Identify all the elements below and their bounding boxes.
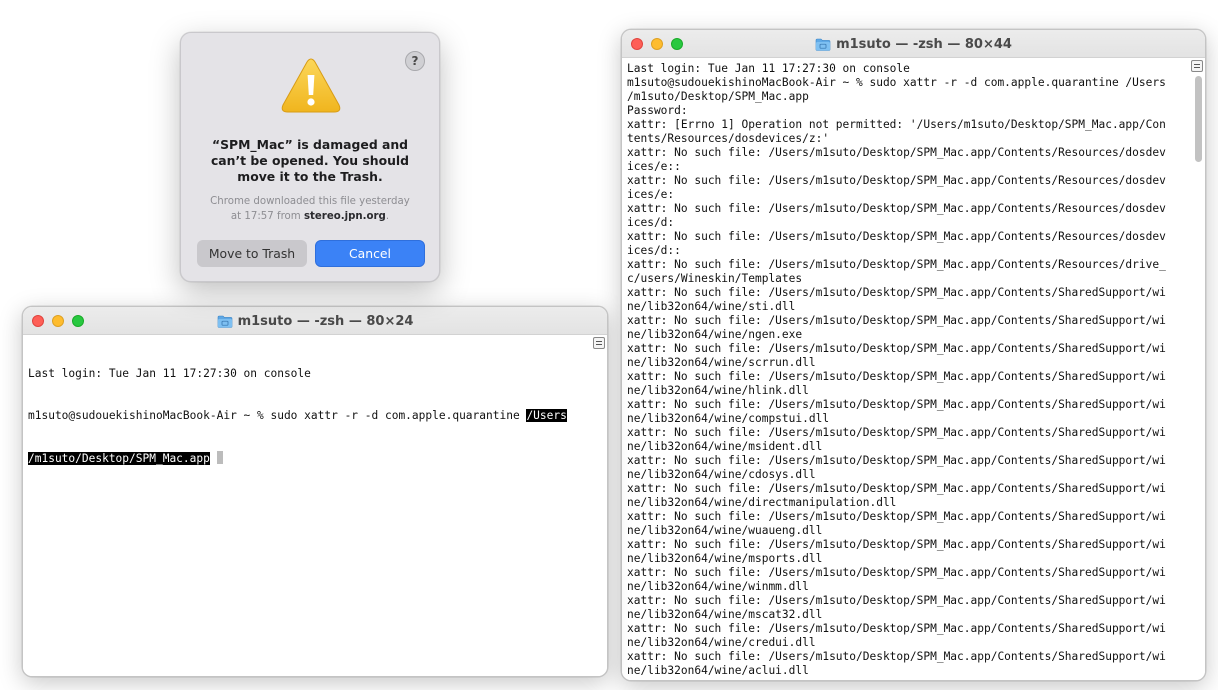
terminal-line: m1suto@sudouekishinoMacBook-Air ~ % sudo… [28,409,607,423]
terminal-line: xattr: No such file: /Users/m1suto/Deskt… [627,398,1166,411]
terminal-line: xattr: No such file: /Users/m1suto/Deskt… [627,202,1166,215]
terminal-line: ices/d:: [627,244,681,257]
terminal-line: xattr: No such file: /Users/m1suto/Deskt… [627,454,1166,467]
terminal-line: xattr: No such file: /Users/m1suto/Deskt… [627,370,1166,383]
terminal-line: xattr: No such file: /Users/m1suto/Deskt… [627,342,1166,355]
terminal-window-small[interactable]: m1suto — -zsh — 80×24 Last login: Tue Ja… [22,306,608,677]
terminal-line: xattr: No such file: /Users/m1suto/Deskt… [627,314,1166,327]
download-source: stereo.jpn.org [303,211,386,222]
terminal-output[interactable]: Last login: Tue Jan 11 17:27:30 on conso… [23,335,607,676]
terminal-line: ne/lib32on64/wine/compstui.dll [627,412,830,425]
split-pane-icon[interactable] [1191,60,1203,72]
text-cursor [216,451,223,464]
terminal-line: ne/lib32on64/wine/winmm.dll [627,580,809,593]
cancel-button[interactable]: Cancel [315,240,425,267]
window-controls [32,315,84,327]
terminal-line: xattr: No such file: /Users/m1suto/Deskt… [627,594,1166,607]
terminal-line: ne/lib32on64/wine/mscat32.dll [627,608,823,621]
alert-info-prefix: at 17:57 from [230,211,304,222]
terminal-line: Password: [627,104,688,117]
terminal-line: ices/d: [627,216,675,229]
scrollbar[interactable] [1195,76,1202,162]
titlebar[interactable]: m1suto — -zsh — 80×44 [622,30,1205,58]
window-title: m1suto — -zsh — 80×44 [836,36,1012,52]
window-controls [631,38,683,50]
terminal-line: xattr: No such file: /Users/m1suto/Deskt… [627,650,1166,663]
terminal-line: ne/lib32on64/wine/ngen.exe [627,328,803,341]
terminal-line: ne/lib32on64/wine/hlink.dll [627,384,809,397]
alert-info-suffix: . [385,211,390,222]
terminal-line: xattr: No such file: /Users/m1suto/Deskt… [627,146,1166,159]
move-to-trash-button[interactable]: Move to Trash [197,240,307,267]
terminal-line: tents/Resources/dosdevices/z:' [627,132,830,145]
window-title: m1suto — -zsh — 80×24 [237,313,414,329]
alert-title-line: can’t be opened. You should [210,153,410,168]
terminal-line: /m1suto/Desktop/SPM_Mac.app [28,451,607,465]
terminal-line: ne/lib32on64/wine/credui.dll [627,636,816,649]
terminal-line: ne/lib32on64/wine/directmanipulation.dll [627,496,897,509]
terminal-window-large[interactable]: m1suto — -zsh — 80×44 Last login: Tue Ja… [621,29,1206,681]
terminal-line: ne/lib32on64/wine/scrrun.dll [627,356,816,369]
terminal-line: ne/lib32on64/wine/sti.dll [627,300,796,313]
terminal-line: xattr: No such file: /Users/m1suto/Deskt… [627,538,1166,551]
terminal-line: xattr: No such file: /Users/m1suto/Deskt… [627,510,1166,523]
close-button[interactable] [631,38,643,50]
alert-title-line: move it to the Trash. [237,169,383,184]
minimize-button[interactable] [651,38,663,50]
terminal-line: c/users/Wineskin/Templates [627,272,803,285]
terminal-line: ices/e: [627,188,675,201]
damaged-app-alert: ? “SPM_Mac” is damaged and can’t be open… [180,32,440,282]
terminal-line: ne/lib32on64/wine/msports.dll [627,552,823,565]
terminal-lines: Last login: Tue Jan 11 17:27:30 on conso… [627,62,1205,678]
terminal-line: Last login: Tue Jan 11 17:27:30 on conso… [627,62,910,75]
selected-text[interactable]: /m1suto/Desktop/SPM_Mac.app [28,452,210,465]
close-button[interactable] [32,315,44,327]
terminal-line: ne/lib32on64/wine/msident.dll [627,440,823,453]
terminal-line: m1suto@sudouekishinoMacBook-Air ~ % sudo… [627,76,1166,89]
folder-icon [815,38,831,51]
alert-title: “SPM_Mac” is damaged and can’t be opened… [201,137,419,185]
terminal-line: xattr: No such file: /Users/m1suto/Deskt… [627,230,1166,243]
terminal-line: /m1suto/Desktop/SPM_Mac.app [627,90,809,103]
split-pane-icon[interactable] [593,337,605,349]
terminal-line: xattr: No such file: /Users/m1suto/Deskt… [627,622,1166,635]
warning-icon [281,58,341,113]
selected-text[interactable]: /Users [526,409,567,422]
terminal-line: xattr: No such file: /Users/m1suto/Deskt… [627,566,1166,579]
alert-info-line: at 17:57 from stereo.jpn.org. [195,209,425,224]
terminal-line: xattr: No such file: /Users/m1suto/Deskt… [627,286,1166,299]
terminal-line: xattr: [Errno 1] Operation not permitted… [627,118,1166,131]
terminal-line: ices/e:: [627,160,681,173]
terminal-line: ne/lib32on64/wine/aclui.dll [627,664,809,677]
desktop: m1suto — -zsh — 80×44 Last login: Tue Ja… [0,0,1218,690]
help-button[interactable]: ? [405,51,425,71]
terminal-line: xattr: No such file: /Users/m1suto/Deskt… [627,174,1166,187]
terminal-line: xattr: No such file: /Users/m1suto/Deskt… [627,426,1166,439]
terminal-line: Last login: Tue Jan 11 17:27:30 on conso… [28,367,311,380]
titlebar[interactable]: m1suto — -zsh — 80×24 [23,307,607,335]
alert-title-line: “SPM_Mac” is damaged and [211,137,409,152]
prompt-command: m1suto@sudouekishinoMacBook-Air ~ % sudo… [28,409,527,422]
zoom-button[interactable] [72,315,84,327]
folder-icon [217,315,232,328]
terminal-line: ne/lib32on64/wine/wuaueng.dll [627,524,823,537]
alert-info: Chrome downloaded this file yesterday at… [195,194,425,224]
terminal-output[interactable]: Last login: Tue Jan 11 17:27:30 on conso… [622,58,1205,680]
terminal-line: xattr: No such file: /Users/m1suto/Deskt… [627,258,1166,271]
terminal-line: xattr: No such file: /Users/m1suto/Deskt… [627,482,1166,495]
minimize-button[interactable] [52,315,64,327]
terminal-line: ne/lib32on64/wine/cdosys.dll [627,468,816,481]
alert-info-line: Chrome downloaded this file yesterday [210,196,410,207]
zoom-button[interactable] [671,38,683,50]
